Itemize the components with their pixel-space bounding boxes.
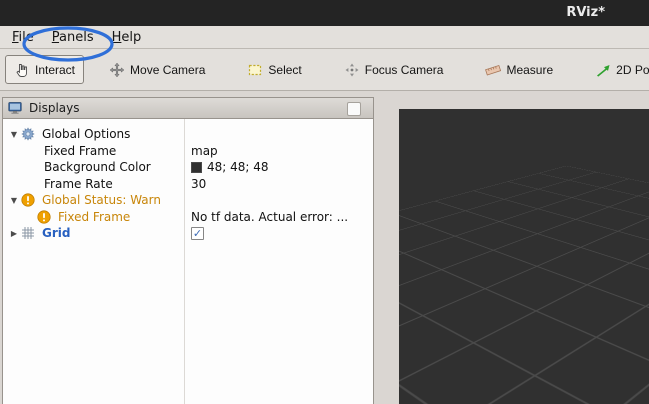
monitor-icon: [8, 101, 23, 115]
tool-label: 2D Pose Esti: [616, 63, 649, 77]
panel-float-button[interactable]: [347, 102, 361, 116]
pose-estimate-arrow-icon: [595, 62, 611, 78]
tool-label: Measure: [506, 63, 553, 77]
interact-tool-button[interactable]: Interact: [5, 55, 84, 84]
grid-enabled-checkbox[interactable]: ✓: [191, 227, 204, 240]
tree-row-status-fixed-frame[interactable]: Fixed Frame No tf data. Actual error: ..…: [3, 209, 373, 226]
property-label: Global Options: [42, 127, 130, 141]
menu-panels[interactable]: Panels: [43, 28, 103, 47]
tree-row-background-color[interactable]: Background Color 48; 48; 48: [3, 159, 373, 176]
grid-icon: [21, 226, 36, 240]
measure-tool-button[interactable]: Measure: [476, 55, 562, 84]
global-options-gear-icon: [21, 127, 36, 141]
select-box-icon: [247, 62, 263, 78]
main-area: Displays ▼ Global Options Fixed F: [0, 92, 649, 404]
property-label: Frame Rate: [44, 177, 113, 191]
interact-hand-icon: [14, 62, 30, 78]
tree-row-global-status[interactable]: ▼ Global Status: Warn: [3, 192, 373, 209]
tool-label: Select: [268, 63, 301, 77]
measure-ruler-icon: [485, 62, 501, 78]
select-tool-button[interactable]: Select: [238, 55, 310, 84]
property-label: Global Status: Warn: [42, 193, 161, 207]
check-icon: ✓: [193, 228, 202, 239]
property-label: Fixed Frame: [44, 144, 116, 158]
move-camera-icon: [109, 62, 125, 78]
property-label: Grid: [42, 226, 70, 240]
tool-label: Interact: [35, 63, 75, 77]
displays-panel-title: Displays: [29, 101, 79, 115]
displays-panel: Displays ▼ Global Options Fixed F: [2, 97, 374, 404]
color-swatch[interactable]: [191, 162, 202, 173]
fixed-frame-value[interactable]: map: [184, 144, 373, 158]
displays-tree: ▼ Global Options Fixed Frame map: [3, 119, 373, 404]
warning-icon: [37, 210, 52, 224]
focus-camera-icon: [344, 62, 360, 78]
menu-help[interactable]: Help: [103, 28, 151, 47]
expander-open-icon[interactable]: ▼: [7, 130, 21, 139]
expander-closed-icon[interactable]: ▶: [7, 229, 21, 238]
menu-file[interactable]: File: [3, 28, 43, 47]
expander-open-icon[interactable]: ▼: [7, 196, 21, 205]
move-camera-tool-button[interactable]: Move Camera: [100, 55, 214, 84]
ground-grid: [399, 109, 649, 356]
status-message: No tf data. Actual error: ...: [184, 210, 373, 224]
property-label: Background Color: [44, 160, 151, 174]
frame-rate-value[interactable]: 30: [184, 177, 373, 191]
render-viewport[interactable]: [399, 109, 649, 404]
focus-camera-tool-button[interactable]: Focus Camera: [335, 55, 453, 84]
menu-bar: File Panels Help: [0, 26, 649, 49]
tree-row-frame-rate[interactable]: Frame Rate 30: [3, 176, 373, 193]
tree-row-grid[interactable]: ▶ Grid ✓: [3, 225, 373, 242]
background-color-value[interactable]: 48; 48; 48: [184, 160, 373, 174]
window-titlebar: RViz*: [0, 0, 649, 26]
tool-label: Move Camera: [130, 63, 205, 77]
tool-bar: Interact Move Camera Select Focus Camera…: [0, 49, 649, 91]
warning-icon: [21, 193, 36, 207]
window-title: RViz*: [566, 5, 605, 20]
tool-label: Focus Camera: [365, 63, 444, 77]
property-label: Fixed Frame: [58, 210, 130, 224]
pose-estimate-tool-button[interactable]: 2D Pose Esti: [586, 55, 649, 84]
tree-row-fixed-frame[interactable]: Fixed Frame map: [3, 143, 373, 160]
displays-panel-header[interactable]: Displays: [3, 98, 373, 119]
tree-row-global-options[interactable]: ▼ Global Options: [3, 126, 373, 143]
